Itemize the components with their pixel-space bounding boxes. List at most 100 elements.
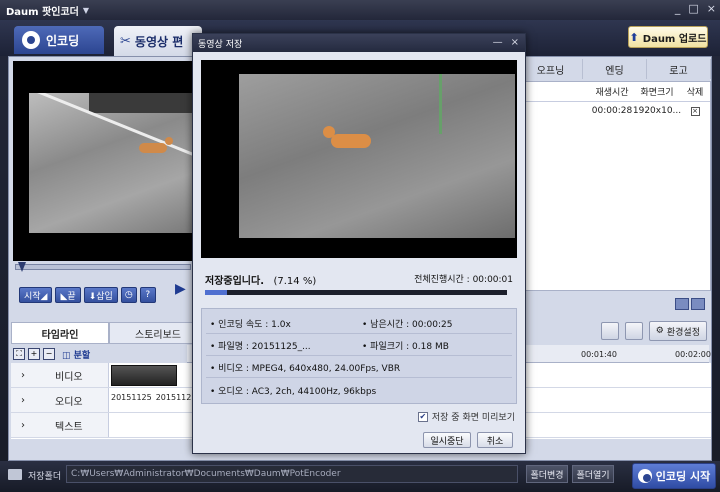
progress-fill [205, 290, 227, 295]
video-clip[interactable] [111, 365, 177, 386]
dialog-close-button[interactable]: × [511, 37, 519, 48]
item-duration: 00:00:28 [591, 106, 633, 116]
save-status: 저장중입니다. [205, 276, 264, 287]
mark-end-button[interactable]: ◣끝 [55, 287, 81, 303]
encode-info: • 인코딩 속도 : 1.0x • 남은시간 : 00:00:25 • 파일명 … [201, 308, 517, 404]
play-icon[interactable]: ▶ [175, 281, 186, 297]
app-title: Daum 팟인코더 [6, 6, 79, 18]
maximize-button[interactable]: □ [688, 2, 698, 15]
change-folder-button[interactable]: 폴더변경 [526, 465, 568, 483]
progress-percent: (7.14 %) [273, 276, 317, 287]
header-size: 화면크기 [640, 88, 674, 98]
film-reel-icon [637, 469, 652, 483]
progress-section: 저장중입니다. (7.14 %) 전체진행시간 : 00:00:01 [201, 266, 517, 302]
close-button[interactable]: × [707, 2, 716, 15]
env-settings-label: 환경설정 [666, 327, 700, 338]
list-item[interactable]: 00:00:28 1920x10... × [520, 102, 710, 120]
audio-clip[interactable]: 20151125 20151125 [111, 390, 196, 411]
expand-chevron-icon[interactable]: › [21, 420, 25, 431]
file-name: • 파일명 : 20151125_... [210, 342, 311, 352]
save-icon[interactable] [624, 322, 643, 340]
insert-button[interactable]: ⬇삽입 [83, 287, 118, 303]
delete-icon[interactable]: × [690, 106, 700, 116]
save-path-field[interactable]: C:₩Users₩Administrator₩Documents₩Daum₩Po… [66, 465, 518, 483]
daum-upload-label: Daum 업로드 [642, 33, 707, 45]
progress-bar [205, 290, 507, 295]
tab-video-edit[interactable]: ✂ 동영상 편 [114, 26, 202, 56]
header-delete: 삭제 [686, 88, 704, 98]
folder-icon [8, 469, 22, 480]
track-label: 오디오 [55, 396, 83, 408]
ruler-tick: 00:02:00 [675, 350, 711, 359]
upload-arrow-icon: ⬆ [629, 30, 639, 44]
dialog-title-bar: 동영상 저장 — × [193, 34, 525, 52]
file-size: • 파일크기 : 0.18 MB [362, 342, 449, 352]
dialog-video-preview [201, 60, 517, 258]
save-video-dialog: 동영상 저장 — × 저장중입니다. (7.14 %) 전체진행시간 : 00:… [192, 33, 526, 454]
encode-speed: • 인코딩 속도 : 1.0x [210, 320, 291, 330]
list-tabs: 오프닝 엔딩 로고 [519, 59, 711, 79]
cancel-button[interactable]: 취소 [477, 432, 513, 448]
video-preview [13, 61, 193, 261]
dialog-minimize-button[interactable]: — [493, 37, 503, 48]
track-label: 비디오 [55, 371, 83, 383]
folder-icon[interactable] [600, 322, 619, 340]
preview-checkbox[interactable]: ✔ [417, 411, 428, 422]
encode-start-label: 인코딩 시작 [655, 470, 711, 483]
tab-video-edit-label: 동영상 편 [134, 34, 184, 49]
clip-list: 재생시간 화면크기 삭제 00:00:28 1920x10... × [519, 81, 711, 291]
tab-timeline[interactable]: 타임라인 [11, 322, 109, 344]
remaining-time: • 남은시간 : 00:00:25 [362, 320, 453, 330]
pause-button[interactable]: 일시중단 [423, 432, 471, 448]
timeline-actions: ⚙ 환경설정 [600, 321, 707, 341]
timeline-toolbar: ⛶ + − ◫ 분할 [11, 345, 186, 363]
timeline-tabs: 타임라인 스토리보드 [11, 322, 207, 344]
dialog-title: 동영상 저장 [198, 39, 243, 50]
grid-view-icon[interactable] [675, 298, 689, 310]
list-header: 재생시간 화면크기 삭제 [520, 82, 710, 102]
preview-check-label: 저장 중 화면 미리보기 [431, 413, 515, 423]
menu-caret-icon[interactable]: ▼ [83, 6, 89, 15]
total-time-label: 전체진행시간 : [414, 275, 470, 285]
title-bar: Daum 팟인코더 ▼ _ □ × [0, 0, 720, 20]
item-size: 1920x10... [632, 106, 682, 116]
clock-button[interactable]: ◷ [120, 287, 137, 303]
tab-logo[interactable]: 로고 [647, 59, 711, 79]
gear-icon: ⚙ [655, 326, 664, 336]
zoom-in-icon[interactable]: + [28, 348, 40, 360]
list-view-icon[interactable] [691, 298, 705, 310]
tab-opening[interactable]: 오프닝 [519, 59, 583, 79]
total-time-value: 00:00:01 [472, 275, 513, 285]
status-bar: 저장폴더 C:₩Users₩Administrator₩Documents₩Da… [0, 461, 720, 492]
seek-thumb[interactable] [18, 262, 26, 272]
tab-ending[interactable]: 엔딩 [583, 59, 647, 79]
minimize-button[interactable]: _ [675, 2, 681, 15]
tab-encode[interactable]: 인코딩 [14, 26, 104, 54]
header-duration: 재생시간 [595, 88, 629, 98]
save-folder-label: 저장폴더 [28, 472, 62, 482]
daum-upload-button[interactable]: ⬆ Daum 업로드 [628, 26, 708, 48]
zoom-out-icon[interactable]: − [43, 348, 55, 360]
env-settings-button[interactable]: ⚙ 환경설정 [648, 321, 707, 341]
preview-frame [29, 93, 193, 233]
mark-start-button[interactable]: 시작◢ [19, 287, 53, 303]
view-toggle [675, 298, 705, 310]
encode-start-button[interactable]: 인코딩 시작 [632, 463, 716, 489]
film-reel-icon [22, 31, 40, 49]
dialog-preview-frame [239, 74, 515, 238]
track-label: 텍스트 [55, 421, 83, 433]
seek-bar[interactable] [15, 262, 191, 272]
fit-icon[interactable]: ⛶ [13, 348, 25, 360]
scissors-icon: ✂ [120, 33, 131, 49]
expand-chevron-icon[interactable]: › [21, 395, 25, 406]
help-button[interactable]: ? [139, 287, 156, 303]
split-button[interactable]: ◫ 분할 [62, 348, 90, 361]
tab-encode-label: 인코딩 [46, 33, 80, 48]
expand-chevron-icon[interactable]: › [21, 370, 25, 381]
ruler-tick: 00:01:40 [581, 350, 617, 359]
audio-info: • 오디오 : AC3, 2ch, 44100Hz, 96kbps [210, 387, 377, 397]
open-folder-button[interactable]: 폴더열기 [572, 465, 614, 483]
preview-controls: 시작◢ ◣끝 ⬇삽입 ◷ ? [19, 287, 156, 303]
video-info: • 비디오 : MPEG4, 640x480, 24.00Fps, VBR [210, 364, 401, 374]
preview-while-saving[interactable]: ✔ 저장 중 화면 미리보기 [417, 410, 515, 423]
